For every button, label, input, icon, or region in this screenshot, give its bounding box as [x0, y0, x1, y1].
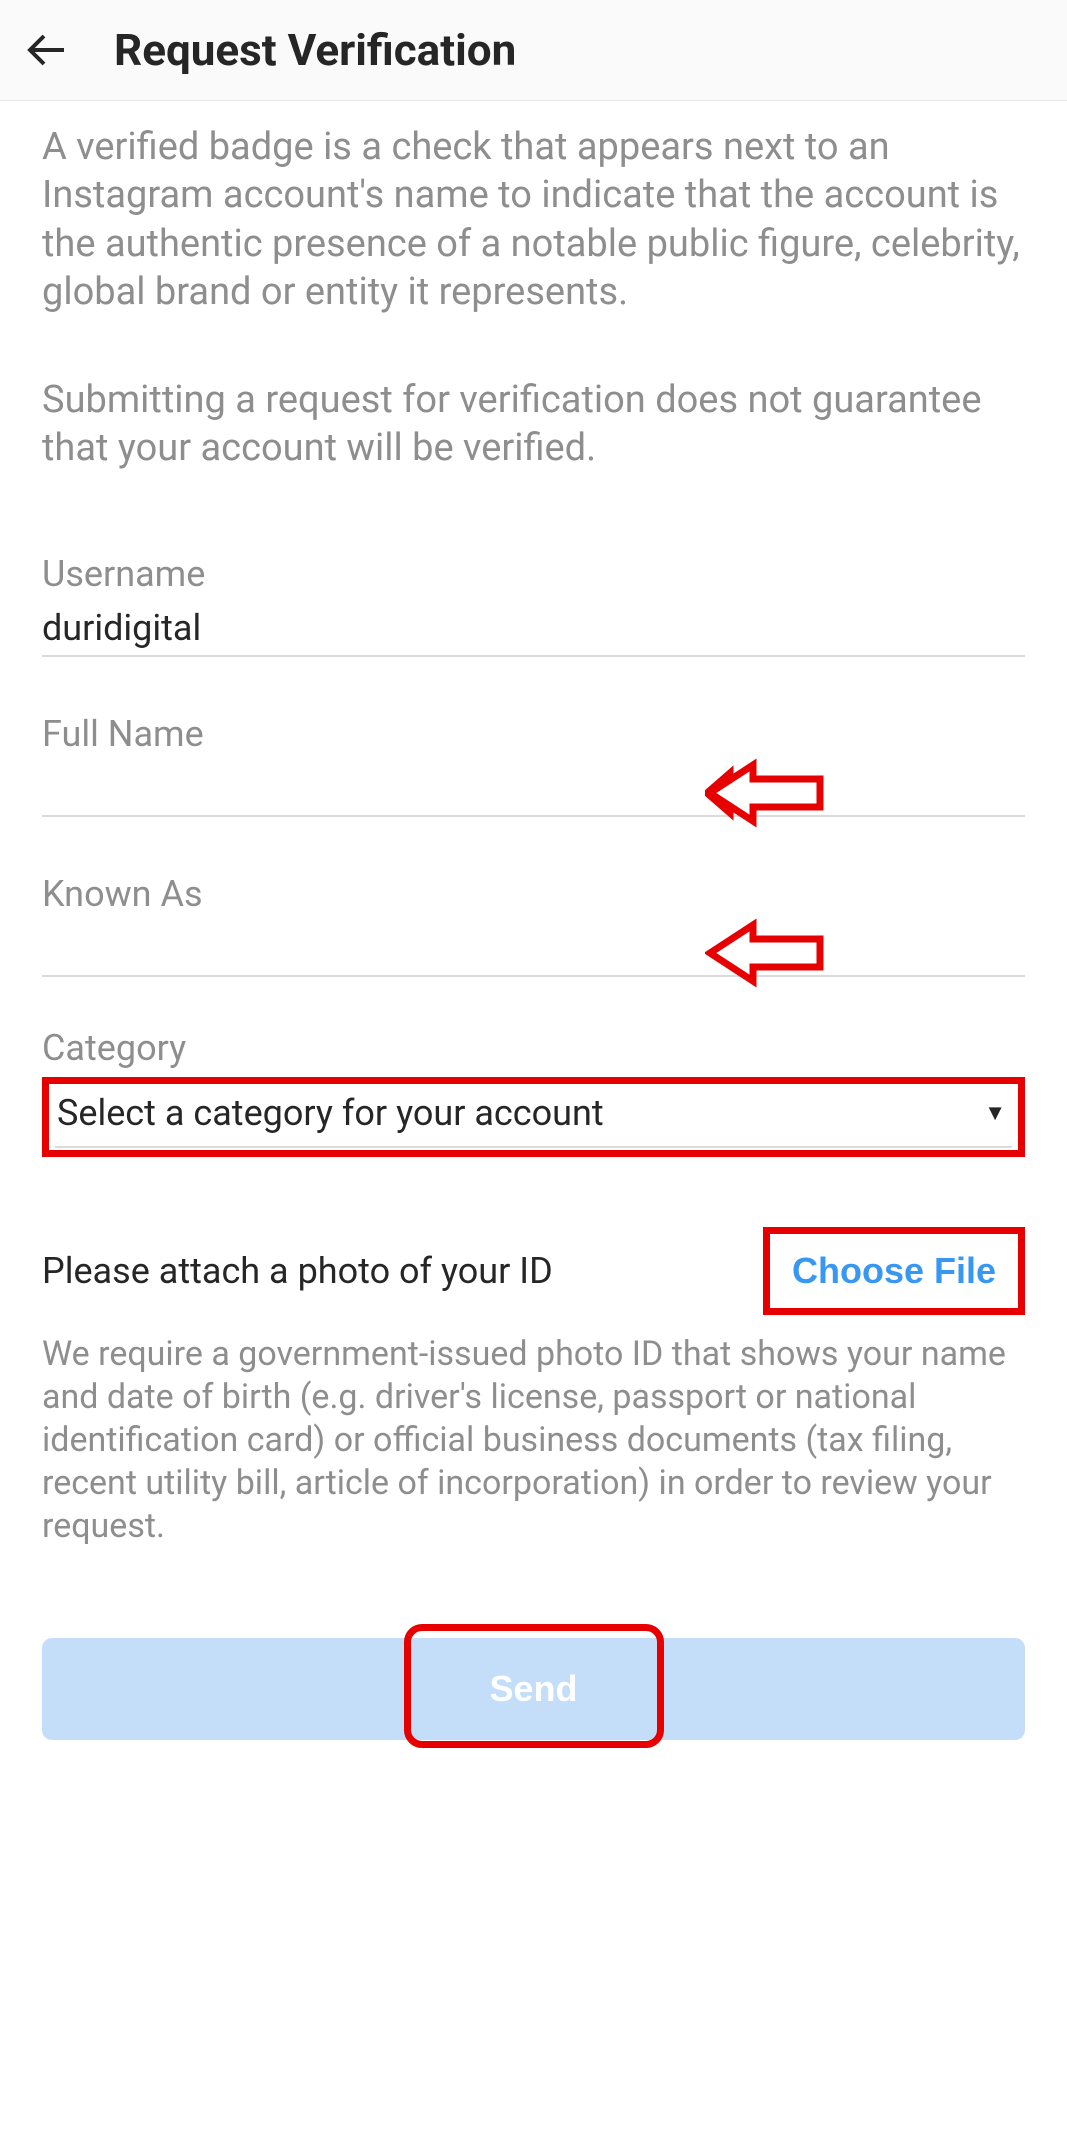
username-value: duridigital: [42, 603, 201, 653]
send-button[interactable]: Send: [42, 1638, 1025, 1740]
intro-paragraph-1: A verified badge is a check that appears…: [42, 123, 1025, 316]
send-section: Send: [42, 1638, 1025, 1740]
annotation-box-choose-file: Choose File: [763, 1227, 1025, 1315]
fullname-field: Full Name: [42, 713, 1025, 817]
category-select[interactable]: Select a category for your account ▼: [55, 1088, 1012, 1148]
username-label: Username: [42, 553, 1025, 595]
category-field: Category Select a category for your acco…: [42, 1027, 1025, 1157]
intro-paragraph-2: Submitting a request for verification do…: [42, 376, 1025, 473]
knownas-input[interactable]: [42, 923, 1025, 973]
attach-row: Please attach a photo of your ID Choose …: [42, 1227, 1025, 1315]
attach-description: We require a government-issued photo ID …: [42, 1333, 1025, 1549]
knownas-field: Known As: [42, 873, 1025, 977]
username-field: Username duridigital: [42, 553, 1025, 657]
category-label: Category: [42, 1027, 1025, 1069]
fullname-input[interactable]: [42, 763, 1025, 813]
page-title: Request Verification: [114, 24, 516, 76]
header-bar: Request Verification: [0, 0, 1067, 101]
annotation-box-category: Select a category for your account ▼: [42, 1077, 1025, 1157]
attach-label: Please attach a photo of your ID: [42, 1250, 553, 1292]
knownas-label: Known As: [42, 873, 1025, 915]
category-placeholder: Select a category for your account: [57, 1092, 604, 1134]
content-area: A verified badge is a check that appears…: [0, 101, 1067, 1780]
back-button[interactable]: [20, 24, 72, 76]
choose-file-button[interactable]: Choose File: [792, 1250, 996, 1292]
fullname-label: Full Name: [42, 713, 1025, 755]
chevron-down-icon: ▼: [984, 1100, 1006, 1126]
arrow-left-icon: [22, 26, 70, 74]
